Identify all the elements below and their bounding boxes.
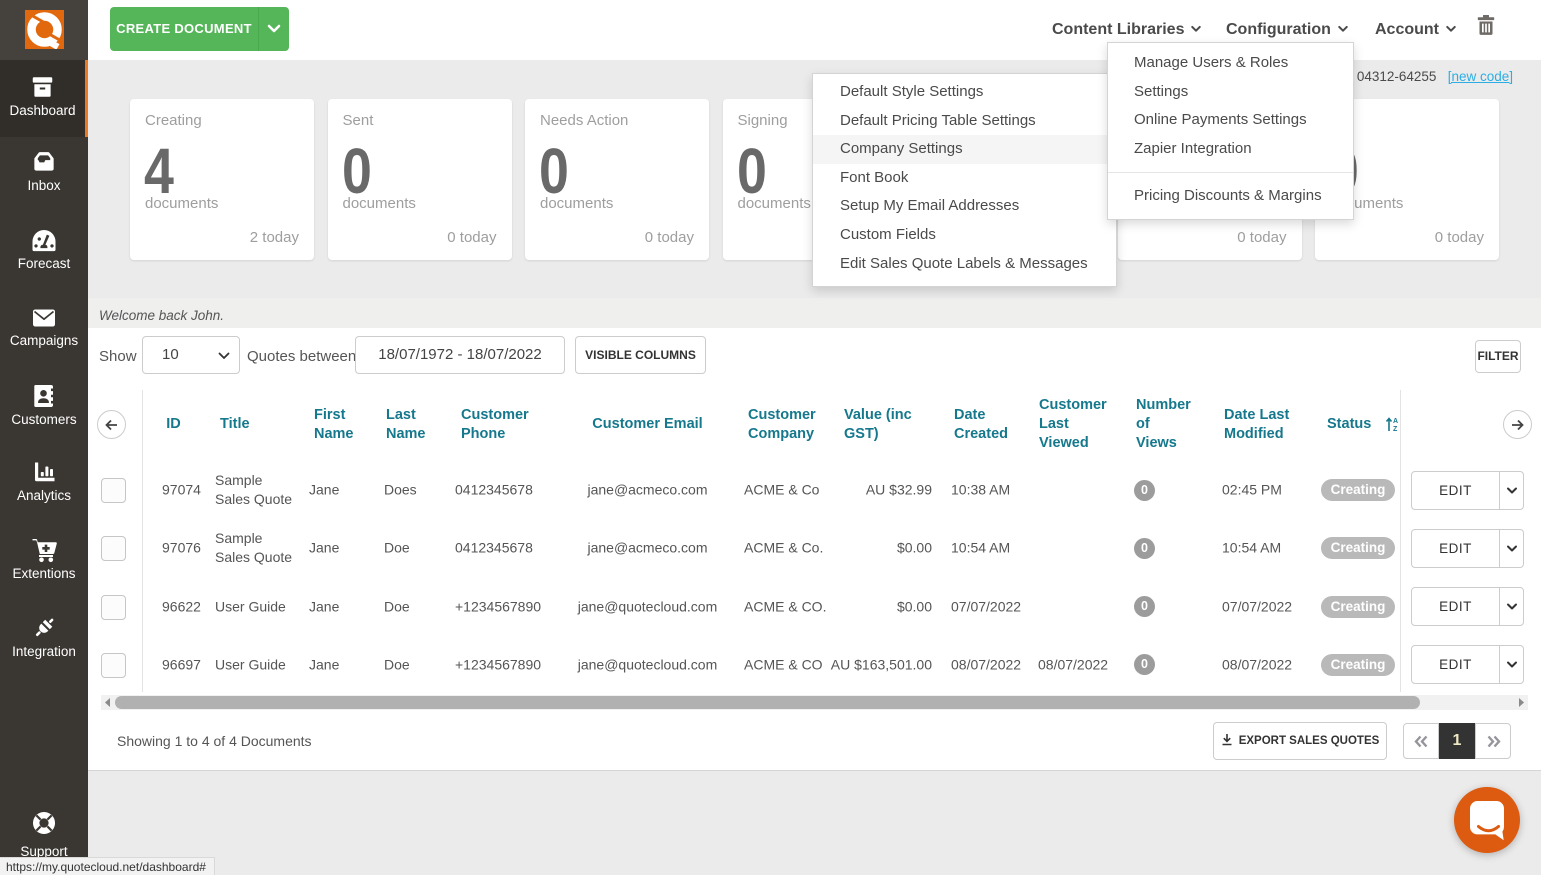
svg-text:Z: Z xyxy=(1393,426,1398,433)
svg-text:A: A xyxy=(1393,418,1398,425)
